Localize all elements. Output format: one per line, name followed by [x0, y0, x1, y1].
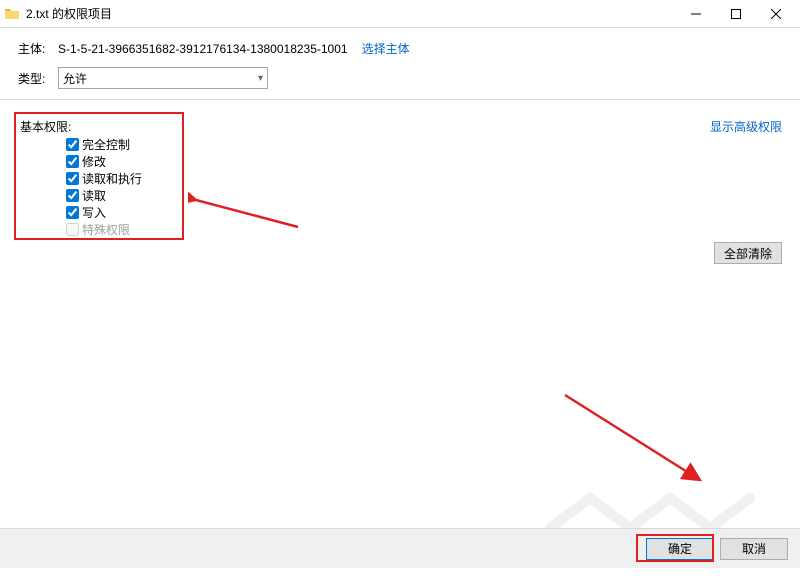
basic-permissions-title: 基本权限:: [20, 118, 71, 135]
principal-label: 主体:: [18, 40, 58, 57]
permission-item: 特殊权限: [66, 221, 142, 238]
arrow-annotation-1: [188, 192, 303, 232]
select-principal-link[interactable]: 选择主体: [362, 40, 410, 57]
permission-checkbox[interactable]: [66, 206, 79, 219]
dialog-footer: 确定 取消: [0, 528, 800, 568]
minimize-button[interactable]: [676, 1, 716, 27]
ok-button[interactable]: 确定: [646, 538, 714, 560]
permission-item[interactable]: 读取: [66, 187, 142, 204]
cancel-button[interactable]: 取消: [720, 538, 788, 560]
type-label: 类型:: [18, 70, 58, 87]
main-area: 基本权限: 显示高级权限 完全控制修改读取和执行读取写入特殊权限 全部清除: [0, 100, 800, 578]
permission-checkbox[interactable]: [66, 138, 79, 151]
window-controls: [676, 1, 796, 27]
permission-checkbox[interactable]: [66, 172, 79, 185]
permission-label: 修改: [82, 153, 106, 170]
permission-label: 写入: [82, 204, 106, 221]
permission-checkbox[interactable]: [66, 189, 79, 202]
principal-row: 主体: S-1-5-21-3966351682-3912176134-13800…: [18, 40, 782, 57]
show-advanced-link[interactable]: 显示高级权限: [710, 118, 782, 135]
type-value: 允许: [63, 70, 87, 87]
permission-label: 完全控制: [82, 136, 130, 153]
permission-item[interactable]: 修改: [66, 153, 142, 170]
chevron-down-icon: ▾: [258, 73, 263, 84]
permission-item[interactable]: 读取和执行: [66, 170, 142, 187]
arrow-annotation-2: [560, 390, 710, 490]
permission-item[interactable]: 写入: [66, 204, 142, 221]
folder-icon: [4, 6, 20, 22]
clear-all-button[interactable]: 全部清除: [714, 242, 782, 264]
principal-sid: S-1-5-21-3966351682-3912176134-138001823…: [58, 42, 348, 56]
permission-checkbox: [66, 223, 79, 236]
maximize-button[interactable]: [716, 1, 756, 27]
title-bar: 2.txt 的权限项目: [0, 0, 800, 28]
permissions-list: 完全控制修改读取和执行读取写入特殊权限: [66, 136, 142, 238]
permission-label: 读取和执行: [82, 170, 142, 187]
permission-label: 特殊权限: [82, 221, 130, 238]
close-button[interactable]: [756, 1, 796, 27]
header-section: 主体: S-1-5-21-3966351682-3912176134-13800…: [0, 28, 800, 100]
window-title: 2.txt 的权限项目: [26, 5, 676, 22]
permission-label: 读取: [82, 187, 106, 204]
permission-item[interactable]: 完全控制: [66, 136, 142, 153]
type-row: 类型: 允许 ▾: [18, 67, 782, 89]
permission-checkbox[interactable]: [66, 155, 79, 168]
type-select[interactable]: 允许 ▾: [58, 67, 268, 89]
